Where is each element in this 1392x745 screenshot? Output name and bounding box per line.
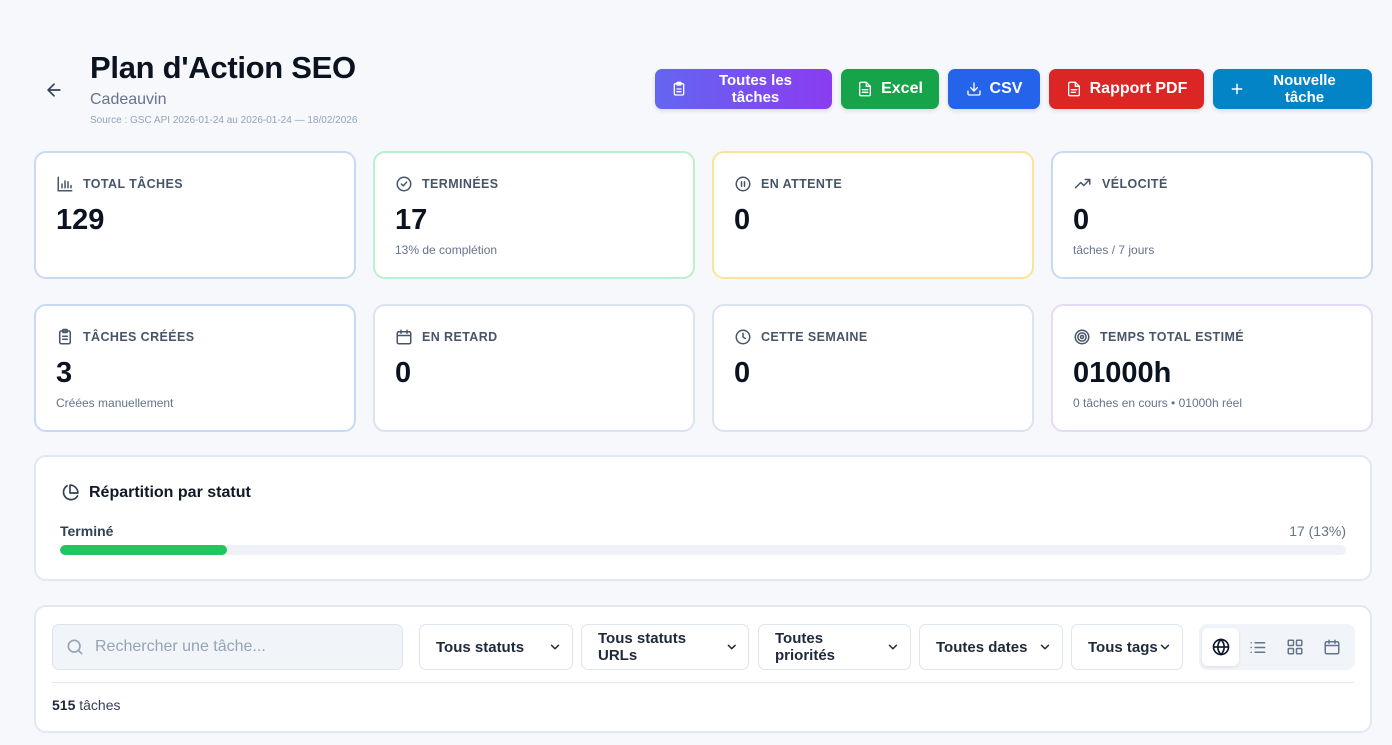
clock-icon — [735, 329, 751, 345]
stat-label: VÉLOCITÉ — [1102, 177, 1168, 191]
page-header: Plan d'Action SEO Cadeauvin Source : GSC… — [90, 50, 357, 126]
date-filter-value: Toutes dates — [936, 638, 1028, 656]
stat-label: TOTAL TÂCHES — [83, 177, 183, 191]
trending-up-icon — [1074, 178, 1091, 189]
task-count-value: 515 — [52, 697, 76, 713]
arrow-left-icon — [47, 83, 61, 97]
stat-card-created: TÂCHES CRÉÉES 3 Créées manuellement — [34, 304, 356, 432]
status-row-label: Terminé — [60, 523, 114, 539]
chevron-down-icon — [888, 644, 898, 650]
task-count-suffix: tâches — [75, 697, 121, 713]
stat-card-velocity: VÉLOCITÉ 0 tâches / 7 jours — [1051, 151, 1373, 279]
stat-label: EN ATTENTE — [761, 177, 843, 191]
status-progress-fill — [60, 545, 228, 555]
view-toggle — [1199, 624, 1355, 670]
stat-label: TEMPS TOTAL ESTIMÉ — [1100, 330, 1245, 344]
calendar-icon — [1324, 639, 1339, 655]
all-tasks-label: Toutes les tâches — [718, 72, 793, 106]
excel-label: Excel — [881, 80, 923, 97]
stat-value: 17 — [395, 204, 428, 236]
stat-value: 01000h — [1073, 357, 1172, 389]
stat-card-this-week: CETTE SEMAINE 0 — [712, 304, 1034, 432]
csv-export-button[interactable]: CSV — [948, 69, 1040, 109]
page-title: Plan d'Action SEO — [90, 50, 356, 85]
stat-subtext: 0 tâches en cours • 01000h réel — [1073, 396, 1242, 410]
url-status-filter-value: Tous statuts URLs — [598, 630, 687, 664]
stat-label: CETTE SEMAINE — [761, 330, 868, 344]
csv-label: CSV — [989, 80, 1023, 97]
url-status-filter-select[interactable]: Tous statuts URLs — [581, 624, 749, 670]
search-box[interactable] — [52, 624, 403, 670]
calendar-icon — [396, 329, 412, 345]
download-icon — [966, 82, 981, 96]
pie-chart-icon — [62, 484, 79, 501]
stats-grid: TOTAL TÂCHES 129 TERMINÉES 17 13% de com… — [34, 151, 1373, 432]
stat-subtext: tâches / 7 jours — [1073, 243, 1155, 257]
stat-card-pending: EN ATTENTE 0 — [712, 151, 1034, 279]
priority-filter-select[interactable]: Toutes priorités — [758, 624, 911, 670]
target-icon — [1074, 329, 1090, 345]
stat-card-estimated-time: TEMPS TOTAL ESTIMÉ 01000h 0 tâches en co… — [1051, 304, 1373, 432]
grid-icon — [1287, 639, 1302, 655]
stat-value: 0 — [734, 357, 751, 389]
tag-filter-select[interactable]: Tous tags — [1071, 624, 1183, 670]
new-task-label: Nouvelle tâche — [1273, 72, 1336, 106]
status-panel-title: Répartition par statut — [89, 484, 251, 501]
tag-filter-value: Tous tags — [1088, 638, 1158, 656]
stat-value: 3 — [56, 357, 73, 389]
bar-chart-icon — [57, 176, 73, 192]
stat-value: 129 — [56, 204, 105, 236]
pdf-report-button[interactable]: Rapport PDF — [1049, 69, 1204, 109]
chevron-down-icon — [550, 644, 560, 650]
stat-subtext: 13% de complétion — [395, 243, 498, 257]
excel-export-button[interactable]: Excel — [841, 69, 939, 109]
chevron-down-icon — [727, 644, 736, 650]
stat-card-total: TOTAL TÂCHES 129 — [34, 151, 356, 279]
stat-card-done: TERMINÉES 17 13% de complétion — [373, 151, 695, 279]
status-distribution-panel: Répartition par statut Terminé 17 (13%) — [34, 455, 1372, 581]
clipboard-icon — [673, 81, 685, 96]
stat-value: 0 — [734, 204, 751, 236]
stat-card-overdue: EN RETARD 0 — [373, 304, 695, 432]
page-source: Source : GSC API 2026-01-24 au 2026-01-2… — [90, 115, 358, 126]
check-circle-icon — [396, 176, 412, 192]
new-task-button[interactable]: Nouvelle tâche — [1213, 69, 1372, 109]
chevron-down-icon — [1040, 644, 1050, 650]
view-globe-button[interactable] — [1202, 628, 1239, 666]
chevron-down-icon — [1160, 644, 1170, 650]
date-filter-select[interactable]: Toutes dates — [919, 624, 1063, 670]
back-button[interactable] — [42, 78, 66, 102]
stat-subtext: Créées manuellement — [56, 396, 174, 410]
list-icon — [1250, 641, 1266, 653]
pdf-label: Rapport PDF — [1089, 80, 1188, 97]
priority-filter-value: Toutes priorités — [775, 630, 836, 664]
stat-label: EN RETARD — [422, 330, 498, 344]
page-subtitle: Cadeauvin — [90, 91, 167, 108]
header-actions: Toutes les tâches Excel CSV Rapport PDF … — [655, 69, 1372, 109]
status-progress-track — [60, 545, 1346, 555]
status-filter-select[interactable]: Tous statuts — [419, 624, 573, 670]
status-row-value: 17 (13%) — [1289, 523, 1346, 539]
view-grid-button[interactable] — [1276, 628, 1313, 666]
stat-value: 0 — [1073, 204, 1090, 236]
stat-value: 0 — [395, 357, 412, 389]
filters-divider — [52, 682, 1354, 683]
clipboard-icon — [59, 328, 71, 345]
all-tasks-button[interactable]: Toutes les tâches — [655, 69, 832, 109]
view-calendar-button[interactable] — [1313, 628, 1350, 666]
plus-icon — [1231, 83, 1243, 95]
stat-label: TÂCHES CRÉÉES — [83, 330, 195, 344]
search-input[interactable] — [95, 638, 385, 656]
file-spreadsheet-icon — [859, 81, 872, 97]
task-count: 515 tâches — [52, 697, 121, 713]
view-list-button[interactable] — [1239, 628, 1276, 666]
search-icon — [67, 639, 83, 655]
stat-label: TERMINÉES — [422, 177, 499, 191]
file-text-icon — [1067, 81, 1080, 97]
status-filter-value: Tous statuts — [436, 638, 525, 656]
pause-circle-icon — [735, 176, 751, 192]
filters-panel: Tous statuts Tous statuts URLs Toutes pr… — [34, 605, 1372, 733]
globe-icon — [1212, 638, 1229, 656]
